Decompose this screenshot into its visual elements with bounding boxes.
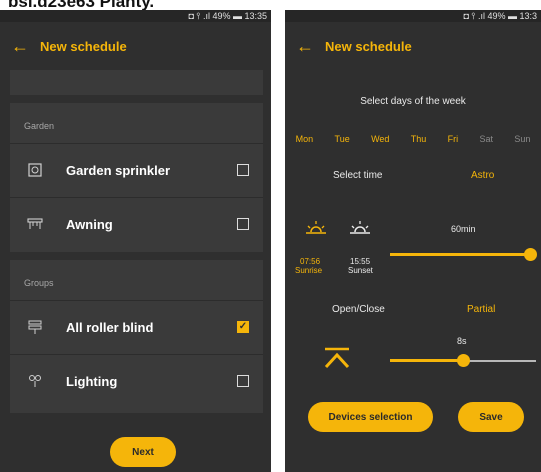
day-wed[interactable]: Wed: [371, 134, 389, 144]
select-time-label: Select time: [333, 170, 383, 181]
slider-fill: [390, 359, 463, 362]
list-item-garden-sprinkler[interactable]: Garden sprinkler: [10, 144, 263, 196]
time-offset-slider[interactable]: [390, 248, 537, 264]
list-item-all-roller-blind[interactable]: All roller blind ✓: [10, 301, 263, 353]
slider-thumb[interactable]: [457, 354, 470, 367]
day-tue[interactable]: Tue: [335, 134, 350, 144]
section-label-groups: Groups: [24, 278, 54, 288]
sunset-icon[interactable]: [349, 220, 371, 236]
checkbox-garden-sprinkler[interactable]: [237, 164, 249, 176]
day-sun[interactable]: Sun: [514, 134, 530, 144]
roller-blind-icon: [10, 319, 60, 335]
checkbox-lighting[interactable]: [237, 375, 249, 387]
devices-selection-button[interactable]: Devices selection: [308, 402, 433, 432]
page-title: New schedule: [325, 38, 412, 54]
awning-icon: [10, 217, 60, 231]
sprinkler-icon: [10, 163, 60, 177]
status-bar: ◘ ⫯ .ıl 49% ▬ 13:3: [285, 10, 541, 22]
day-selector: Mon Tue Wed Thu Fri Sat Sun: [285, 134, 541, 144]
list-item-lighting[interactable]: Lighting: [10, 355, 263, 407]
partial-slider[interactable]: [390, 354, 536, 370]
day-fri[interactable]: Fri: [448, 134, 459, 144]
open-chevron-icon[interactable]: [323, 347, 351, 374]
status-bar: ◘ ⫯ .ıl 49% ▬ 13:35: [0, 10, 271, 22]
back-arrow-icon[interactable]: ←: [285, 36, 325, 57]
section-label-garden: Garden: [24, 121, 55, 131]
save-button[interactable]: Save: [458, 402, 524, 432]
checkbox-all-roller-blind[interactable]: ✓: [237, 321, 249, 333]
lighting-icon: [10, 373, 60, 389]
back-arrow-icon[interactable]: ←: [0, 36, 40, 57]
offset-value: 60min: [451, 224, 476, 234]
day-sat[interactable]: Sat: [479, 134, 493, 144]
sunrise-label: Sunrise: [295, 266, 323, 275]
device-name: Lighting: [66, 373, 118, 389]
sunset-time: 15:55: [350, 257, 371, 266]
list-item-awning[interactable]: Awning: [10, 198, 263, 250]
open-close-label: Open/Close: [332, 304, 385, 315]
astro-mode-button[interactable]: Astro: [471, 170, 494, 181]
app-bar: ← New schedule: [285, 22, 541, 70]
day-mon[interactable]: Mon: [296, 134, 314, 144]
device-name: All roller blind: [66, 319, 154, 335]
device-name: Awning: [66, 216, 113, 232]
previous-section-card: [10, 70, 263, 95]
slider-thumb[interactable]: [524, 248, 537, 261]
partial-mode-button[interactable]: Partial: [467, 304, 495, 315]
sunrise-icon[interactable]: [305, 220, 327, 236]
page-title: New schedule: [40, 38, 127, 54]
garden-section: Garden Garden sprinkler Awning: [10, 103, 263, 252]
groups-section: Groups All roller blind ✓ Lighting: [10, 260, 263, 413]
days-heading: Select days of the week: [360, 96, 466, 107]
sunrise-time: 07:56: [300, 257, 321, 266]
app-bar: ← New schedule: [0, 22, 271, 70]
sunset-label: Sunset: [348, 266, 373, 275]
checkbox-awning[interactable]: [237, 218, 249, 230]
left-screen: ◘ ⫯ .ıl 49% ▬ 13:35 ← New schedule Garde…: [0, 10, 271, 472]
partial-value: 8s: [457, 336, 467, 346]
slider-fill: [390, 253, 530, 256]
right-screen: ◘ ⫯ .ıl 49% ▬ 13:3 ← New schedule Select…: [285, 10, 541, 472]
day-thu[interactable]: Thu: [411, 134, 427, 144]
next-button[interactable]: Next: [110, 437, 176, 467]
device-name: Garden sprinkler: [66, 162, 171, 178]
